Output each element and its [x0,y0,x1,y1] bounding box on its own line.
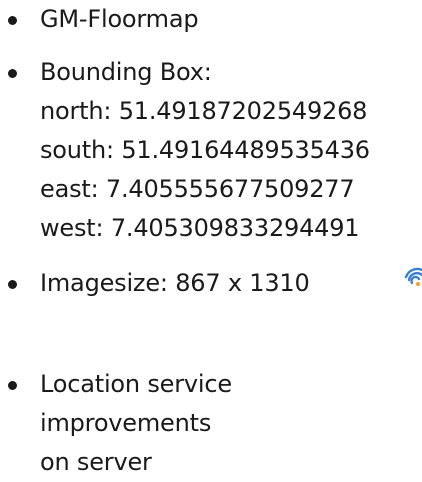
slide-content: GM-Floormap Bounding Box: north: 51.4918… [0,0,422,482]
bullet-text: GM-Floormap [40,5,199,33]
bullet-dot [8,381,17,390]
imagesize-text: Imagesize: 867 x 1310 [40,269,310,297]
bounding-box-north: north: 51.49187202549268 [40,97,368,125]
location-service-line-2: improvements [40,409,212,437]
location-service-line-1: Location service [40,370,232,398]
bounding-box-south: south: 51.49164489535436 [40,136,370,164]
bullet-dot [8,16,17,25]
bullet-dot [8,280,17,289]
location-service-line-3: on server [40,448,152,476]
wifi-icon [404,263,422,287]
bounding-box-label: Bounding Box: [40,58,212,86]
bounding-box-west: west: 7.405309833294491 [40,214,360,242]
bounding-box-east: east: 7.405555677509277 [40,175,355,203]
bullet-dot [8,69,17,78]
